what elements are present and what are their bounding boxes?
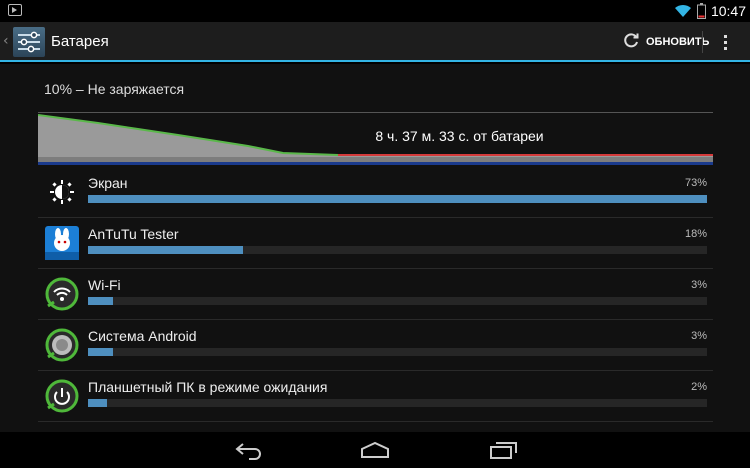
- usage-bar: [88, 348, 707, 356]
- notification-icon: [8, 4, 22, 16]
- clock: 10:47: [710, 3, 746, 19]
- action-divider: [702, 31, 703, 53]
- list-item[interactable]: Планшетный ПК в режиме ожидания 2%: [38, 371, 713, 422]
- usage-bar-fill: [88, 246, 243, 254]
- usage-bar: [88, 246, 707, 254]
- usage-percent: 3%: [691, 279, 707, 291]
- refresh-button[interactable]: ОБНОВИТЬ: [618, 26, 713, 58]
- settings-sliders-icon[interactable]: [13, 27, 45, 57]
- graph-baseline: [38, 162, 713, 165]
- usage-bar-fill: [88, 399, 107, 407]
- up-caret-icon[interactable]: ‹: [3, 33, 9, 49]
- status-icons: 10:47: [674, 0, 746, 22]
- android-system-icon: [44, 327, 80, 363]
- power-icon: [44, 378, 80, 414]
- usage-name: Экран: [88, 175, 128, 191]
- usage-bar: [88, 297, 707, 305]
- usage-list: Экран 73% AnTuTu Tester 18% Wi-Fi 3% Сис…: [38, 167, 713, 422]
- usage-name: Wi-Fi: [88, 277, 121, 293]
- list-item[interactable]: Wi-Fi 3%: [38, 269, 713, 320]
- brightness-icon: [44, 174, 80, 210]
- action-bar: ‹ Батарея ОБНОВИТЬ: [0, 22, 750, 62]
- list-item[interactable]: Система Android 3%: [38, 320, 713, 371]
- usage-name: Система Android: [88, 328, 197, 344]
- page-title: Батарея: [51, 33, 109, 50]
- usage-percent: 2%: [691, 381, 707, 393]
- home-icon[interactable]: [359, 440, 391, 464]
- battery-history-graph[interactable]: 8 ч. 37 м. 33 с. от батареи: [38, 112, 713, 164]
- recent-apps-icon[interactable]: [488, 440, 520, 464]
- back-icon[interactable]: [233, 440, 265, 464]
- usage-bar-fill: [88, 348, 113, 356]
- wifi-icon: [44, 276, 80, 312]
- battery-summary: 10% – Не заряжается: [44, 81, 185, 97]
- navigation-bar: [0, 432, 750, 468]
- usage-percent: 73%: [684, 177, 707, 189]
- usage-bar: [88, 195, 707, 203]
- refresh-label: ОБНОВИТЬ: [646, 36, 710, 48]
- list-item[interactable]: Экран 73%: [38, 167, 713, 218]
- wifi-icon: [674, 4, 692, 18]
- usage-bar: [88, 399, 707, 407]
- usage-name: AnTuTu Tester: [88, 226, 179, 242]
- usage-percent: 18%: [684, 228, 707, 240]
- refresh-icon: [622, 31, 640, 53]
- overflow-menu-icon[interactable]: [712, 28, 738, 56]
- battery-icon: [696, 3, 706, 19]
- battery-content: 10% – Не заряжается 8 ч. 37 м. 33 с. от …: [0, 64, 750, 432]
- usage-bar-fill: [88, 195, 707, 203]
- usage-name: Планшетный ПК в режиме ожидания: [88, 379, 328, 395]
- usage-bar-fill: [88, 297, 113, 305]
- graph-label: 8 ч. 37 м. 33 с. от батареи: [375, 128, 544, 144]
- antutu-app-icon: [44, 225, 80, 261]
- status-bar: 10:47: [0, 0, 750, 22]
- usage-percent: 3%: [691, 330, 707, 342]
- list-item[interactable]: AnTuTu Tester 18%: [38, 218, 713, 269]
